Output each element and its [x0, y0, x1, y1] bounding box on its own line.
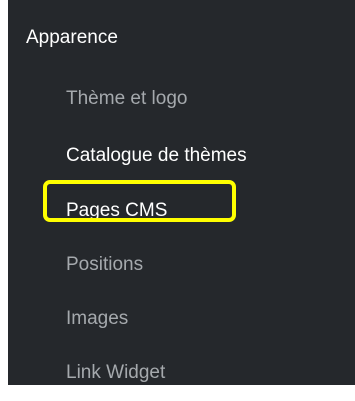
menu-item-images[interactable]: Images [66, 302, 128, 336]
menu-item-cms-pages[interactable]: Pages CMS [66, 194, 167, 228]
sidebar-submenu: Apparence Thème et logo Catalogue de thè… [8, 0, 355, 385]
menu-item-theme-catalogue[interactable]: Catalogue de thèmes [66, 139, 247, 173]
menu-header-apparence[interactable]: Apparence [26, 27, 118, 49]
menu-item-positions[interactable]: Positions [66, 248, 143, 282]
menu-item-theme-logo[interactable]: Thème et logo [66, 82, 187, 116]
menu-item-link-widget[interactable]: Link Widget [66, 356, 165, 390]
